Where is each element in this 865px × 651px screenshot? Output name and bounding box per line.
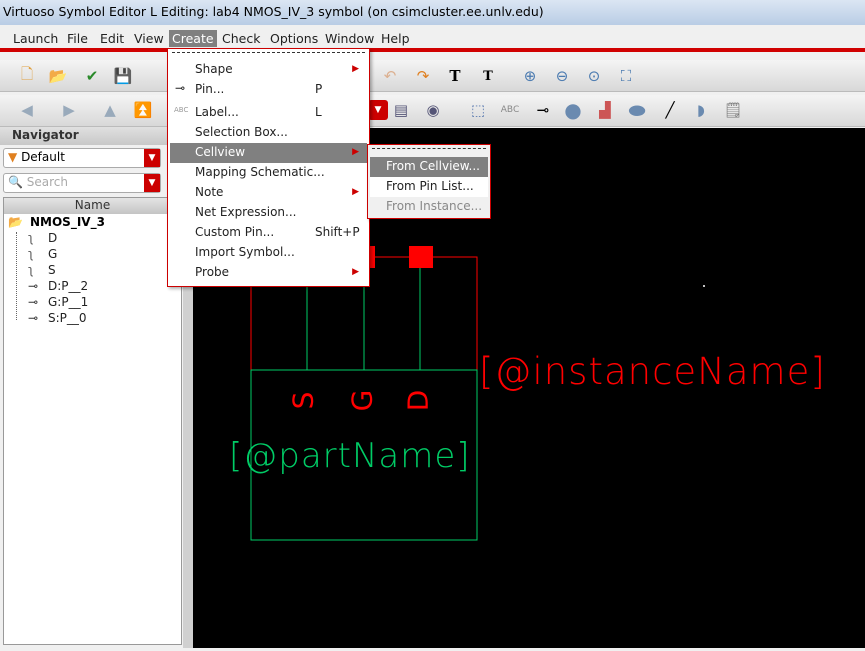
save-icon[interactable]: 💾 bbox=[113, 66, 133, 86]
pin-icon: ⊸ bbox=[28, 295, 39, 309]
save-check-icon[interactable]: ✔ bbox=[82, 66, 102, 86]
submenu-arrow-icon: ▶ bbox=[352, 187, 359, 197]
line-icon[interactable]: ╱ bbox=[660, 100, 680, 120]
open-folder-icon[interactable]: 📂 bbox=[48, 66, 68, 86]
menu-file[interactable]: File bbox=[64, 30, 91, 47]
tree-item[interactable]: G:P__1 bbox=[48, 295, 88, 309]
tree-item[interactable]: D bbox=[48, 231, 57, 245]
toolbar-bottom: ◀ ▶ ▲ ⏫ ▼ ▤ ◉ ⬚ ABC ⊸ ● ▟ ⬬ ╱ ◗ 🗒 bbox=[0, 95, 865, 127]
toolbar-top: 🗋 📂 ✔ 💾 ↶ ↷ T T ⊕ ⊖ ⊙ ⛶ bbox=[0, 60, 865, 92]
tree-root[interactable]: NMOS_IV_3 bbox=[30, 215, 105, 229]
chevron-down-icon[interactable]: ▼ bbox=[144, 149, 160, 167]
create-menu: Shape ▶ ⊸ Pin... P ABC Label... L Selection B… bbox=[167, 48, 370, 287]
zoom-out-icon[interactable]: ⊖ bbox=[552, 66, 572, 86]
menu-check[interactable]: Check bbox=[219, 30, 263, 47]
pin-label-d: D bbox=[401, 389, 435, 412]
navigator-title: Navigator bbox=[0, 127, 183, 145]
selection-box-icon[interactable]: ▟ bbox=[595, 100, 615, 120]
menu-item-from-pin-list[interactable]: From Pin List... bbox=[370, 177, 488, 197]
menu-item-label[interactable]: ABC Label... L bbox=[170, 103, 367, 123]
menu-item-from-instance: From Instance... bbox=[386, 199, 483, 213]
navigator-panel: Navigator ▼ Default ▼ 🔍 Search ▼ Name 📂 … bbox=[0, 127, 185, 648]
menu-options[interactable]: Options bbox=[267, 30, 321, 47]
instance-name-label: [@instanceName] bbox=[479, 350, 826, 393]
menu-item-net-expression[interactable]: Net Expression... bbox=[170, 203, 367, 223]
label-icon: ABC bbox=[174, 106, 189, 114]
circle-icon[interactable]: ● bbox=[563, 98, 583, 122]
filter-icon: ▼ bbox=[8, 150, 18, 164]
chevron-down-icon[interactable]: ▼ bbox=[144, 174, 160, 192]
redo-icon[interactable]: ↷ bbox=[413, 66, 433, 86]
text-bigger-icon[interactable]: T bbox=[445, 66, 465, 86]
net-icon: ʅ bbox=[28, 247, 34, 261]
note-icon[interactable]: 🗒 bbox=[723, 100, 743, 120]
zoom-fit-icon[interactable]: ⊙ bbox=[584, 66, 604, 86]
cellview-submenu: From Cellview... From Pin List... From I… bbox=[367, 144, 491, 219]
pin-label-s: S bbox=[286, 391, 320, 410]
filter-value: Default bbox=[21, 150, 65, 164]
navigator-tree: Name 📂 NMOS_IV_3 D G S D:P__2 G:P__1 S:P… bbox=[3, 197, 182, 645]
submenu-arrow-icon: ▶ bbox=[352, 147, 359, 157]
label-tool-icon[interactable]: ABC bbox=[500, 100, 520, 120]
submenu-arrow-icon: ▶ bbox=[352, 64, 359, 74]
save-view-icon[interactable]: ▤ bbox=[391, 100, 411, 120]
undo-icon[interactable]: ↶ bbox=[380, 66, 400, 86]
menu-item-import-symbol[interactable]: Import Symbol... bbox=[170, 243, 367, 263]
menu-item-probe[interactable]: Probe ▶ bbox=[170, 263, 367, 283]
tree-item[interactable]: D:P__2 bbox=[48, 279, 88, 293]
net-icon: ʅ bbox=[28, 263, 34, 277]
column-header-name[interactable]: Name bbox=[4, 198, 181, 214]
select-icon[interactable]: ⬚ bbox=[468, 100, 488, 120]
tree-item[interactable]: G bbox=[48, 247, 57, 261]
ellipse-icon[interactable]: ⬬ bbox=[627, 98, 647, 122]
menu-item-note[interactable]: Note ▶ bbox=[170, 183, 367, 203]
zoom-in-icon[interactable]: ⊕ bbox=[520, 66, 540, 86]
pin-icon: ⊸ bbox=[28, 311, 39, 325]
pin-tool-icon[interactable]: ⊸ bbox=[533, 100, 553, 120]
pin-label-g: G bbox=[345, 389, 379, 412]
pin-icon: ⊸ bbox=[28, 279, 39, 293]
delete-view-icon[interactable]: ◉ bbox=[423, 100, 443, 120]
tear-off-line[interactable] bbox=[172, 52, 365, 53]
search-placeholder: Search bbox=[26, 175, 69, 189]
menu-item-custom-pin[interactable]: Custom Pin... Shift+P bbox=[170, 223, 367, 243]
menu-edit[interactable]: Edit bbox=[97, 30, 127, 47]
window-title: Virtuoso Symbol Editor L Editing: lab4 N… bbox=[0, 0, 865, 25]
new-file-icon[interactable]: 🗋 bbox=[17, 65, 37, 86]
dropdown-icon[interactable]: ▼ bbox=[368, 100, 388, 120]
tree-item[interactable]: S:P__0 bbox=[48, 311, 87, 325]
menu-item-cellview[interactable]: Cellview ▶ bbox=[170, 143, 367, 163]
menu-launch[interactable]: Launch bbox=[10, 30, 61, 47]
back-icon[interactable]: ◀ bbox=[17, 100, 37, 120]
top-icon[interactable]: ⏫ bbox=[133, 100, 153, 120]
part-name-label: [@partName] bbox=[229, 436, 471, 476]
search-icon: 🔍 bbox=[8, 175, 23, 189]
menu-help[interactable]: Help bbox=[378, 30, 413, 47]
tear-off-line[interactable] bbox=[372, 148, 486, 149]
menu-create[interactable]: Create bbox=[169, 30, 217, 47]
submenu-arrow-icon: ▶ bbox=[352, 267, 359, 277]
pin-square bbox=[409, 246, 433, 268]
menu-item-from-cellview[interactable]: From Cellview... bbox=[370, 157, 488, 177]
menu-bar: Launch File Edit View Create Check Optio… bbox=[0, 25, 865, 52]
menu-item-mapping-schematic[interactable]: Mapping Schematic... bbox=[170, 163, 367, 183]
arc-icon[interactable]: ◗ bbox=[691, 100, 711, 120]
menu-window[interactable]: Window bbox=[322, 30, 377, 47]
menu-item-shape[interactable]: Shape ▶ bbox=[170, 60, 367, 80]
menu-view[interactable]: View bbox=[131, 30, 167, 47]
menu-item-selection-box[interactable]: Selection Box... bbox=[170, 123, 367, 143]
text-smaller-icon[interactable]: T bbox=[478, 66, 498, 86]
forward-icon[interactable]: ▶ bbox=[59, 100, 79, 120]
zoom-area-icon[interactable]: ⛶ bbox=[616, 66, 636, 86]
menu-item-pin[interactable]: ⊸ Pin... P bbox=[170, 80, 367, 100]
tree-item[interactable]: S bbox=[48, 263, 56, 277]
pin-icon: ⊸ bbox=[175, 81, 186, 95]
folder-icon: 📂 bbox=[8, 215, 23, 229]
filter-combo[interactable]: ▼ Default ▼ bbox=[3, 148, 161, 168]
net-icon: ʅ bbox=[28, 231, 34, 245]
up-icon[interactable]: ▲ bbox=[100, 100, 120, 120]
search-input[interactable]: 🔍 Search ▼ bbox=[3, 173, 161, 193]
